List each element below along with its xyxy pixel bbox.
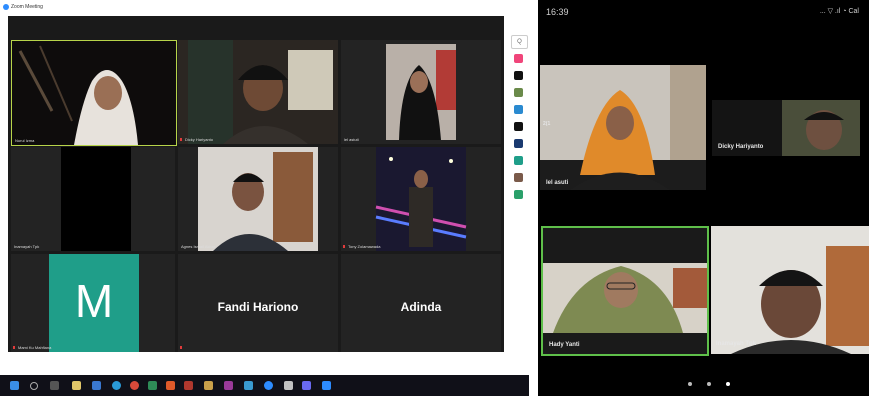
participant-name: Hady Yanti: [549, 342, 580, 348]
participant-video: [341, 40, 501, 144]
windows-taskbar: [0, 375, 529, 396]
participant-video: [178, 147, 338, 251]
page-indicator-dot[interactable]: [688, 382, 692, 386]
search-icon: Q: [517, 39, 522, 45]
participant-tile[interactable]: Inamayah Tpk: [11, 147, 175, 251]
page-indicator-dot[interactable]: [707, 382, 711, 386]
muted-icon: [180, 346, 182, 349]
app-icon[interactable]: [514, 156, 523, 165]
page-indicator-dot-active[interactable]: [726, 382, 730, 386]
app-icon[interactable]: [322, 381, 331, 390]
app-icon[interactable]: [224, 381, 233, 390]
app-icon[interactable]: [284, 381, 293, 390]
participant-name: Agnes Ismail Akbar: [181, 244, 216, 249]
zoom-gallery-view: Nurul Izma Dicky Hariyanto lel astuti In…: [8, 16, 504, 352]
search-button[interactable]: Q: [511, 35, 528, 49]
phone-participant-tile-active[interactable]: Hady Yanti: [541, 226, 709, 356]
app-icon[interactable]: [514, 105, 523, 114]
participant-video: [178, 40, 338, 144]
chrome-icon[interactable]: [130, 381, 139, 390]
participant-tile[interactable]: Tony Zolamawada: [341, 147, 501, 251]
app-icon[interactable]: [514, 88, 523, 97]
app-icon[interactable]: [204, 381, 213, 390]
participant-video: [341, 147, 501, 251]
participant-tile[interactable]: lel astuti: [341, 40, 501, 144]
status-icons: ... ▽ .ıl ◔ Cal: [819, 8, 859, 15]
participant-tile[interactable]: Adinda: [341, 254, 501, 352]
app-sidebar: Q: [507, 30, 529, 380]
phone-participant-tile[interactable]: Inamayah Tpk: [711, 226, 869, 354]
phone-status-bar: 16:39 ... ▽ .ıl ◔ Cal: [538, 0, 869, 22]
participant-name: Dicky Hariyanto: [185, 137, 214, 142]
participant-name: lel asuti: [546, 180, 569, 186]
app-icon[interactable]: [92, 381, 101, 390]
task-view-icon[interactable]: [50, 381, 59, 390]
app-icon[interactable]: [514, 173, 523, 182]
zoom-title-bar: Zoom Meeting: [0, 0, 529, 15]
app-icon[interactable]: [514, 122, 523, 131]
app-icon[interactable]: [184, 381, 193, 390]
start-icon[interactable]: [10, 381, 19, 390]
participant-avatar: M: [49, 254, 139, 352]
participant-name: Dicky Hariyanto: [718, 144, 764, 150]
zoom-logo-icon: [3, 4, 9, 10]
participant-name: lel astuti: [344, 137, 359, 142]
participant-tile[interactable]: Nurul Izma: [11, 40, 177, 146]
muted-icon: [13, 346, 15, 349]
app-icon[interactable]: [166, 381, 175, 390]
participant-video: [543, 228, 707, 354]
phone-participant-tile[interactable]: Dicky Hariyanto: [712, 100, 860, 156]
participant-name: Adinda: [400, 300, 442, 314]
participant-tile[interactable]: Dicky Hariyanto: [178, 40, 338, 144]
participant-video: [540, 65, 706, 190]
muted-icon: [180, 138, 182, 141]
edge-icon[interactable]: [112, 381, 121, 390]
app-icon[interactable]: [514, 71, 523, 80]
app-icon[interactable]: [514, 190, 523, 199]
zoom-icon[interactable]: [264, 381, 273, 390]
participant-name: Inamayah Tpk: [14, 244, 40, 249]
participant-name: Fandi Hariono: [217, 300, 299, 314]
participant-tile[interactable]: Agnes Ismail Akbar: [178, 147, 338, 251]
participant-video: [711, 226, 869, 354]
clock: 16:39: [546, 7, 569, 17]
app-icon[interactable]: [244, 381, 253, 390]
file-explorer-icon[interactable]: [72, 381, 81, 390]
participant-video: [11, 147, 175, 251]
app-icon[interactable]: [514, 54, 523, 63]
participant-name: Inamayah Tpk: [716, 341, 757, 347]
muted-icon: [343, 245, 345, 248]
participant-name: Tony Zolamawada: [348, 244, 381, 249]
app-icon[interactable]: [302, 381, 311, 390]
image-divider: [529, 0, 538, 396]
side-label: 2(1: [543, 121, 551, 127]
window-title: Zoom Meeting: [11, 4, 43, 10]
search-icon[interactable]: [30, 382, 38, 390]
participant-tile[interactable]: Fandi Hariono: [178, 254, 338, 352]
participant-tile[interactable]: M Mami Ku Mahfiana: [11, 254, 175, 352]
phone-participant-tile[interactable]: 2(1 lel asuti: [540, 65, 706, 190]
participant-name: Mami Ku Mahfiana: [18, 345, 52, 350]
app-icon[interactable]: [148, 381, 157, 390]
participant-video: [12, 41, 176, 145]
app-icon[interactable]: [514, 139, 523, 148]
participant-name: Nurul Izma: [15, 138, 35, 143]
